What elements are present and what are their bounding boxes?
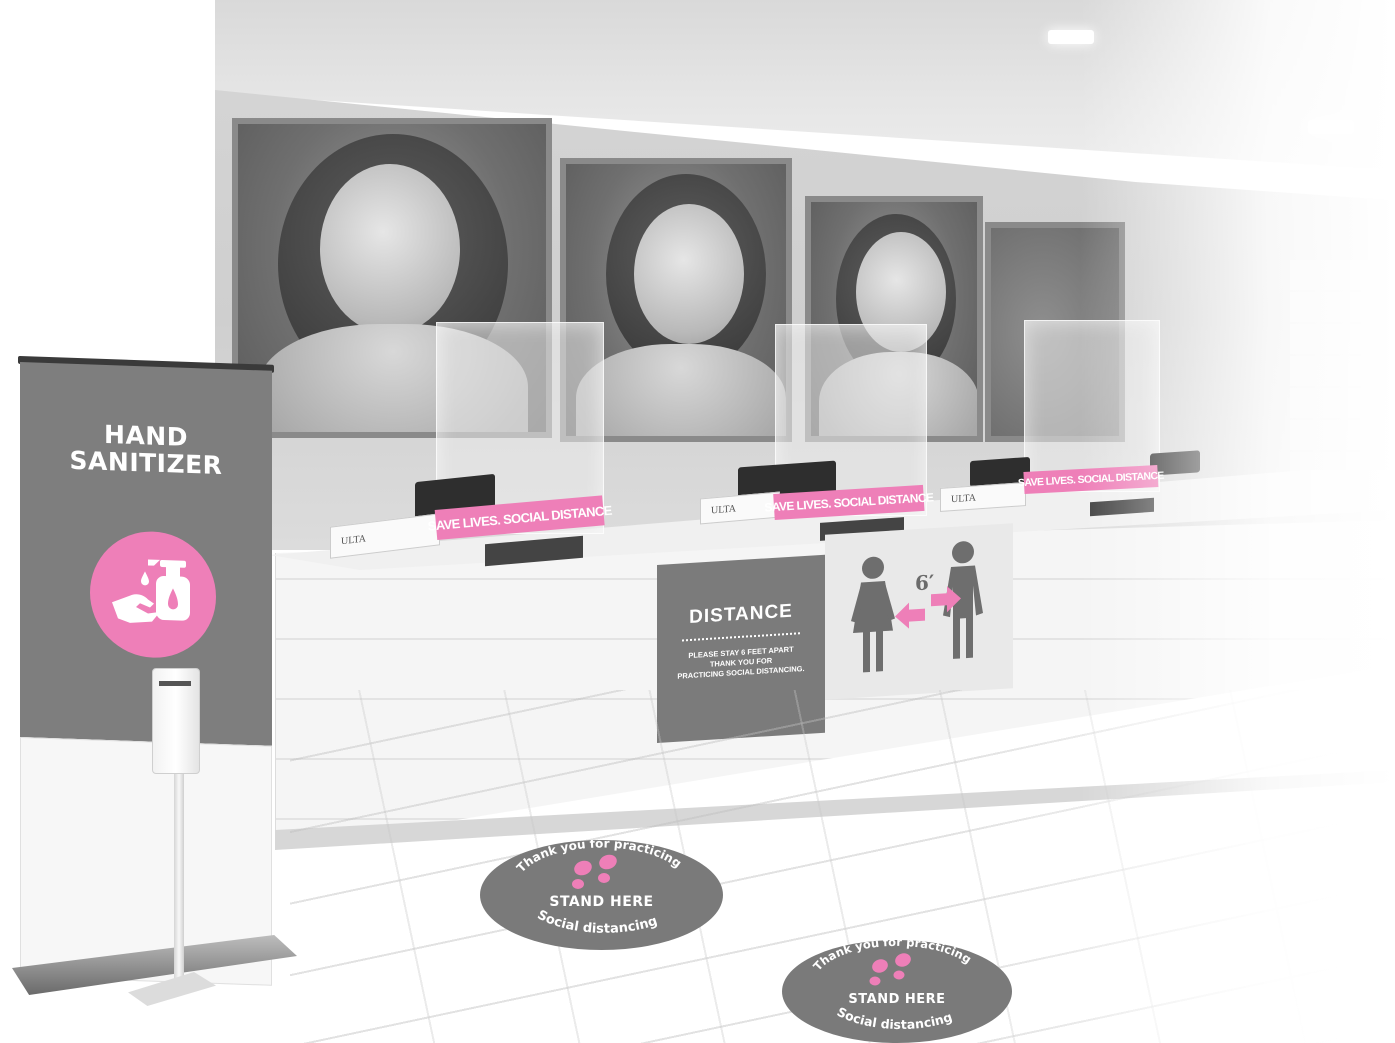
distance-sign-title: DISTANCE [689,600,793,629]
dispenser-label [159,681,191,686]
six-feet-label: 6′ [915,570,935,596]
floor-decal-bottom-text: Social distancing [835,1004,954,1032]
store-card-logo: ULTA [341,532,366,547]
floor-decal-stand-here: Thank you for practicing Social distanci… [480,840,723,950]
floor-decal-center-text: STAND HERE [848,992,946,1007]
svg-text:Social distancing: Social distancing [535,908,660,937]
footprints-icon [572,854,617,889]
banner-title: HAND SANITIZER [20,418,272,481]
dotted-divider [682,632,800,642]
shield-sign-text: SAVE LIVES. SOCIAL DISTANCE [764,490,934,515]
floor-decal-stand-here: Thank you for practicing Social distanci… [782,940,1012,1043]
floor-decal-top-text: Thank you for practicing [514,840,684,875]
people-distance-icon [851,541,983,673]
right-fade [1080,0,1395,1043]
dispenser-pole [174,772,184,987]
sanitizer-dispenser [152,668,200,774]
svg-text:Social distancing: Social distancing [835,1004,954,1032]
distance-sign-graphic-panel: 6′ [825,523,1013,700]
footprints-icon [869,953,911,986]
store-card-logo: ULTA [951,491,976,505]
floor-decal-top-text: Thank you for practicing [810,940,974,973]
svg-text:Thank you for practicing: Thank you for practicing [514,840,684,875]
banner-grey-panel: HAND SANITIZER [20,362,272,746]
svg-text:Thank you for practicing: Thank you for practicing [810,940,974,973]
banner-icon-circle [90,529,216,660]
store-card-logo: ULTA [711,502,736,517]
hand-sanitizer-banner: HAND SANITIZER [18,355,274,991]
hand-sanitizer-icon [112,559,190,623]
floor-decal-center-text: STAND HERE [549,894,654,910]
store-scene: ULTA ULTA ULTA SAVE LIVES. SOCIAL DISTAN… [0,0,1395,1043]
floor-decal-bottom-text: Social distancing [535,908,660,937]
